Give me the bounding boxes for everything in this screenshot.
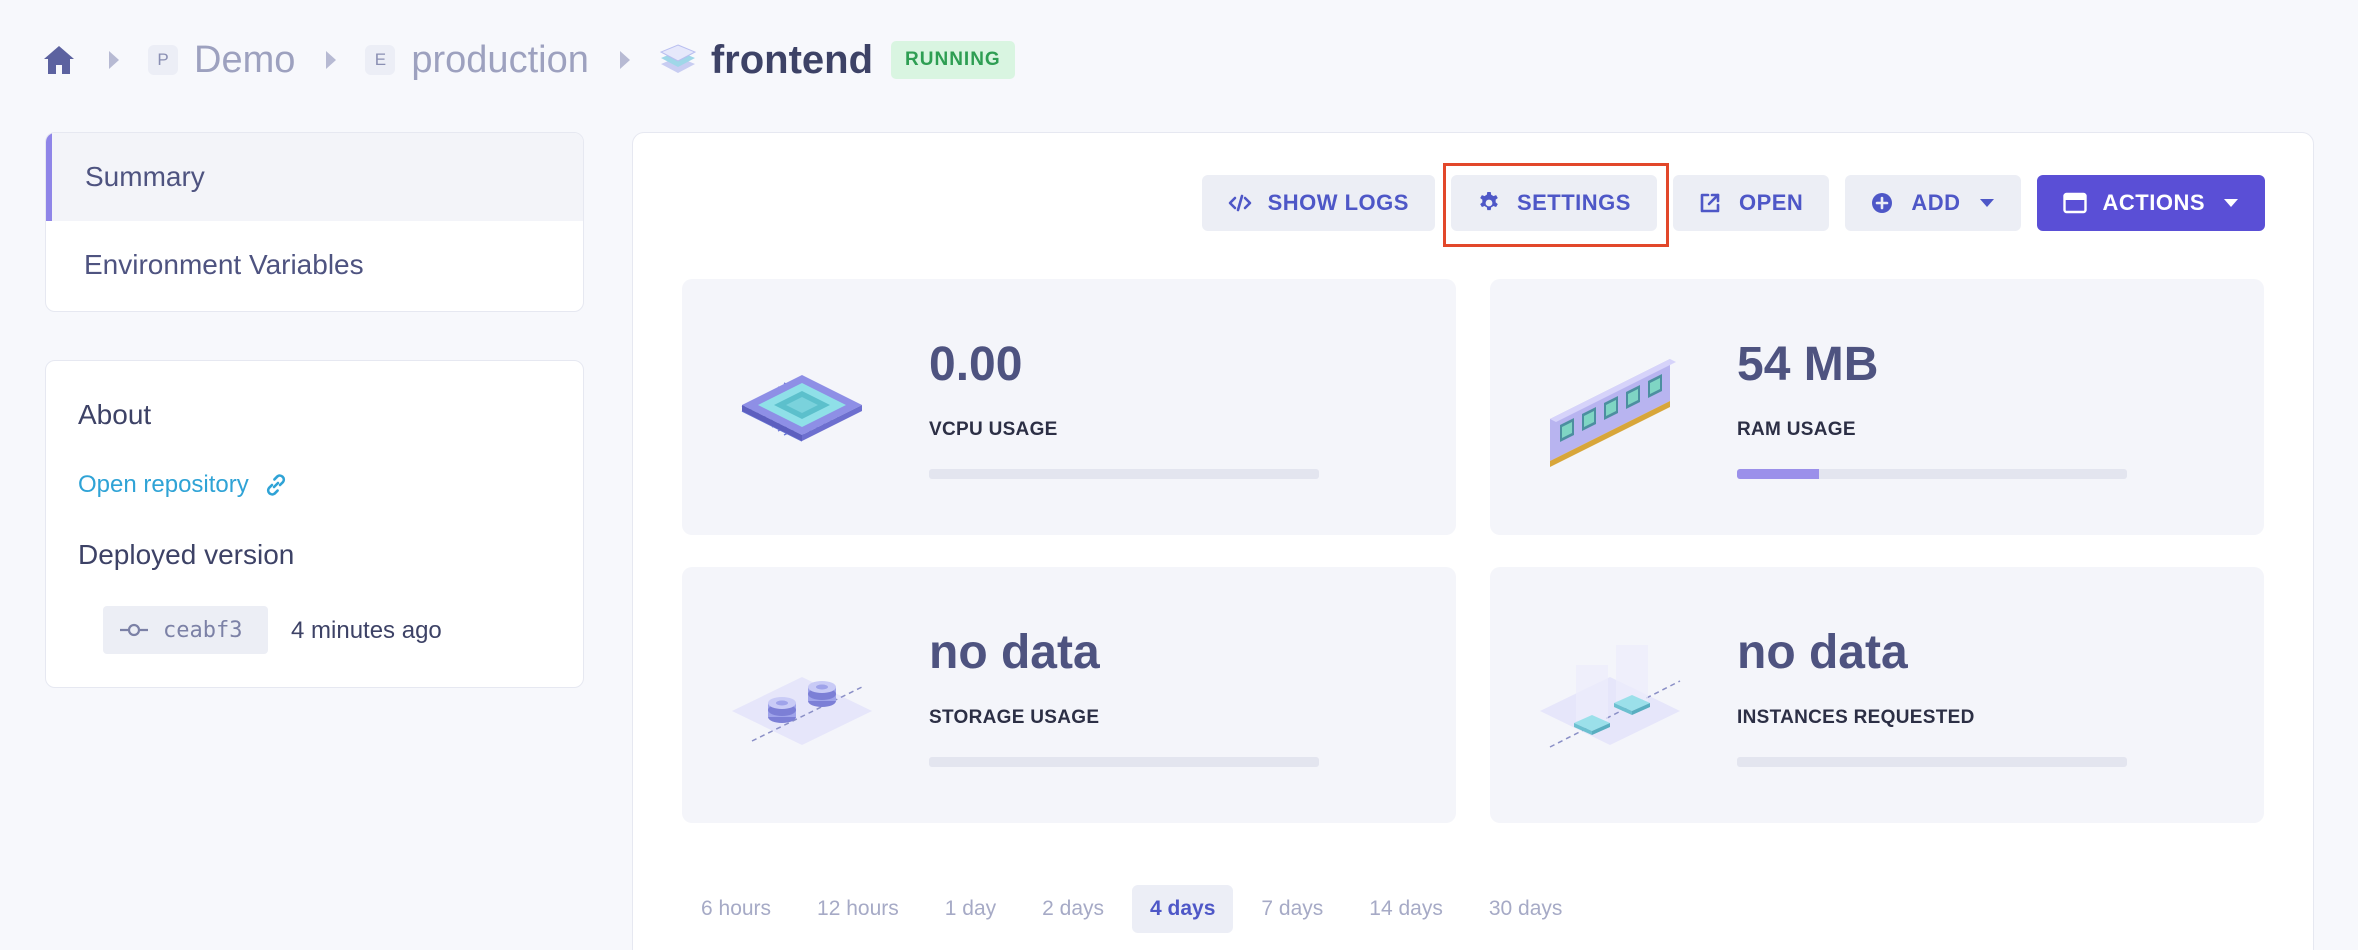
time-range-30-days[interactable]: 30 days <box>1471 885 1581 933</box>
time-range-tabs: 6 hours 12 hours 1 day 2 days 4 days 7 d… <box>683 885 1590 933</box>
settings-button-wrapper: SETTINGS <box>1442 163 1669 247</box>
metric-label: STORAGE USAGE <box>929 707 1100 728</box>
open-label: OPEN <box>1738 190 1804 215</box>
window-icon <box>2062 191 2087 215</box>
breadcrumb-project[interactable]: Demo <box>194 39 295 82</box>
nav-item-environment-variables[interactable]: Environment Variables <box>46 221 583 309</box>
metric-label: INSTANCES REQUESTED <box>1737 707 1975 728</box>
external-link-icon <box>1699 191 1723 215</box>
usage-bar <box>1737 469 2127 479</box>
time-range-14-days[interactable]: 14 days <box>1351 885 1461 933</box>
show-logs-label: SHOW LOGS <box>1267 190 1409 215</box>
plus-circle-icon <box>1871 191 1895 215</box>
service-layers-icon <box>659 41 697 79</box>
nav-item-summary[interactable]: Summary <box>46 133 583 221</box>
about-card: About Open repository Deployed version c… <box>45 360 584 688</box>
time-range-6-hours[interactable]: 6 hours <box>683 885 789 933</box>
metric-value: no data <box>929 626 1100 679</box>
chevron-right-icon <box>325 49 343 71</box>
environment-badge: E <box>365 45 396 75</box>
open-repository-link[interactable]: Open repository <box>78 471 291 499</box>
commit-time: 4 minutes ago <box>291 617 442 644</box>
chevron-right-icon <box>108 49 126 71</box>
commit-chip[interactable]: ceabf3 <box>103 606 268 654</box>
actions-label: ACTIONS <box>2102 190 2205 215</box>
home-icon[interactable] <box>42 42 78 78</box>
usage-bar <box>929 469 1319 479</box>
metric-card-storage: no data STORAGE USAGE <box>682 567 1456 823</box>
code-icon <box>1228 191 1252 215</box>
chevron-right-icon <box>619 49 637 71</box>
caret-down-icon <box>1979 197 1995 209</box>
link-icon <box>263 471 291 499</box>
time-range-12-hours[interactable]: 12 hours <box>799 885 917 933</box>
storage-disks-icon <box>722 637 872 757</box>
toolbar: SHOW LOGS SETTINGS OPEN ADD ACTIONS <box>1186 163 2265 247</box>
time-range-2-days[interactable]: 2 days <box>1024 885 1122 933</box>
open-button[interactable]: OPEN <box>1672 175 1830 231</box>
side-nav: Summary Environment Variables <box>45 132 584 312</box>
usage-bar <box>1737 757 2127 767</box>
metric-label: VCPU USAGE <box>929 419 1058 440</box>
add-label: ADD <box>1911 190 1961 215</box>
time-range-1-day[interactable]: 1 day <box>927 885 1014 933</box>
open-repository-label: Open repository <box>78 471 249 498</box>
gear-icon <box>1477 191 1501 215</box>
metric-value: no data <box>1737 626 1908 679</box>
commit-hash: ceabf3 <box>163 617 243 643</box>
usage-bar-fill <box>1737 469 1819 479</box>
git-commit-icon <box>119 621 149 639</box>
actions-button[interactable]: ACTIONS <box>2036 175 2265 231</box>
deployed-version-title: Deployed version <box>78 539 295 570</box>
metric-card-instances: no data INSTANCES REQUESTED <box>1490 567 2264 823</box>
time-range-7-days[interactable]: 7 days <box>1243 885 1341 933</box>
add-button[interactable]: ADD <box>1845 175 2021 231</box>
breadcrumb: P Demo E production frontend RUNNING <box>42 34 1015 86</box>
metric-card-vcpu: 0.00 VCPU USAGE <box>682 279 1456 535</box>
main-panel: SHOW LOGS SETTINGS OPEN ADD ACTIONS 0.00… <box>632 132 2314 950</box>
time-range-4-days[interactable]: 4 days <box>1132 885 1234 933</box>
metric-value: 0.00 <box>929 338 1023 391</box>
breadcrumb-environment[interactable]: production <box>411 39 588 82</box>
ram-module-icon <box>1530 349 1680 469</box>
project-badge: P <box>148 45 178 75</box>
service-name: frontend <box>710 37 874 82</box>
usage-bar <box>929 757 1319 767</box>
settings-button[interactable]: SETTINGS <box>1450 175 1657 231</box>
status-badge: RUNNING <box>891 41 1015 79</box>
cpu-chip-icon <box>722 349 872 469</box>
metric-card-ram: 54 MB RAM USAGE <box>1490 279 2264 535</box>
about-title: About <box>78 399 152 430</box>
metric-value: 54 MB <box>1737 338 1879 391</box>
show-logs-button[interactable]: SHOW LOGS <box>1201 175 1435 231</box>
instances-icon <box>1530 637 1681 757</box>
settings-label: SETTINGS <box>1516 190 1631 215</box>
metric-label: RAM USAGE <box>1737 419 1856 440</box>
caret-down-icon <box>2223 197 2239 209</box>
